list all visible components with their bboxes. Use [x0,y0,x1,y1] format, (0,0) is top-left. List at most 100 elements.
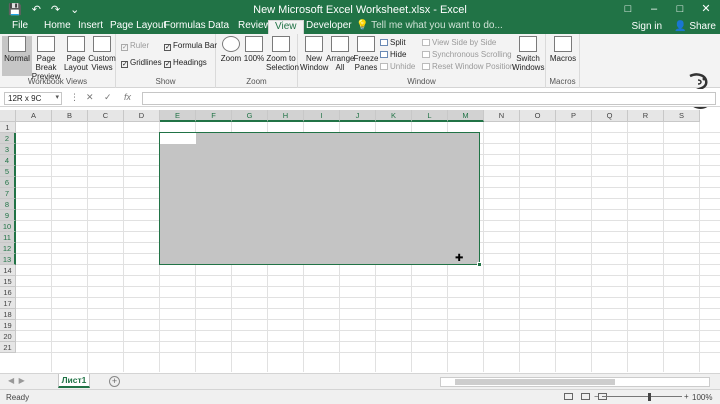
row-header-1[interactable]: 1 [0,122,16,133]
hide-button[interactable]: Hide [380,50,406,59]
column-header-k[interactable]: K [376,110,412,122]
sheet-tab[interactable]: Лист1 [58,374,90,388]
zoom-100-button[interactable]: 100% [242,36,266,76]
zoom-out-icon[interactable]: − [594,392,599,401]
zoom-slider[interactable] [602,396,682,397]
name-box[interactable]: 12R x 9C ▾ [4,92,62,105]
new-window-button[interactable]: New Window [300,36,328,76]
row-header-9[interactable]: 9 [0,210,16,221]
normal-view-status-icon[interactable] [564,393,573,400]
switch-windows-button[interactable]: Switch Windows [512,36,544,76]
row-header-6[interactable]: 6 [0,177,16,188]
column-header-g[interactable]: G [232,110,268,122]
row-header-11[interactable]: 11 [0,232,16,243]
gridlines-checkbox[interactable]: ✓ Gridlines [121,58,162,68]
close-icon[interactable]: ✕ [696,2,716,16]
row-header-20[interactable]: 20 [0,331,16,342]
row-header-7[interactable]: 7 [0,188,16,199]
zoom-percent[interactable]: 100% [692,393,712,402]
column-header-m[interactable]: M [448,110,484,122]
synchronous-scrolling-button[interactable]: Synchronous Scrolling [422,50,512,59]
sheet-nav-arrows-icon[interactable]: ◀ ▶ [8,376,25,385]
column-header-l[interactable]: L [412,110,448,122]
tab-file[interactable]: File [6,20,34,34]
scrollbar-thumb[interactable] [455,379,615,385]
row-header-19[interactable]: 19 [0,320,16,331]
tab-data[interactable]: Data [202,20,235,34]
column-header-f[interactable]: F [196,110,232,122]
column-header-e[interactable]: E [160,110,196,122]
row-header-4[interactable]: 4 [0,155,16,166]
column-header-h[interactable]: H [268,110,304,122]
zoom-button[interactable]: Zoom [218,36,244,76]
tab-developer[interactable]: Developer [300,20,358,34]
horizontal-scrollbar[interactable] [440,377,710,387]
custom-views-button[interactable]: Custom Views [88,36,116,76]
page-layout-view-button[interactable]: Page Layout [62,36,90,76]
row-header-17[interactable]: 17 [0,298,16,309]
selected-range[interactable] [159,132,482,267]
page-layout-status-icon[interactable] [581,393,590,400]
column-header-s[interactable]: S [664,110,700,122]
fill-handle[interactable] [477,262,482,267]
active-cell[interactable] [160,133,196,144]
sign-in-link[interactable]: Sign in [632,21,663,32]
select-all-corner[interactable] [0,110,16,122]
row-header-14[interactable]: 14 [0,265,16,276]
row-header-2[interactable]: 2 [0,133,16,144]
column-header-a[interactable]: A [16,110,52,122]
tab-view[interactable]: View [268,20,304,34]
column-header-q[interactable]: Q [592,110,628,122]
split-button[interactable]: Split [380,38,406,47]
zoom-in-icon[interactable]: + [684,392,689,401]
row-header-18[interactable]: 18 [0,309,16,320]
column-header-d[interactable]: D [124,110,160,122]
insert-function-icon[interactable]: fx [124,92,131,102]
minimize-icon[interactable]: – [644,2,664,16]
column-header-r[interactable]: R [628,110,664,122]
normal-view-button[interactable]: Normal [2,36,32,76]
row-header-8[interactable]: 8 [0,199,16,210]
column-header-n[interactable]: N [484,110,520,122]
row-header-10[interactable]: 10 [0,221,16,232]
worksheet-grid[interactable]: ABCDEFGHIJKLMNOPQRS 1 2 3 4 5 6 7 8 9 10 11 12 13 14 1… [0,110,720,372]
headings-checkbox[interactable]: ✓ Headings [164,58,207,68]
cancel-icon[interactable]: ✕ [86,92,94,103]
tell-me-box[interactable]: 💡 Tell me what you want to do... [350,20,509,34]
window-title: New Microsoft Excel Worksheet.xlsx - Exc… [253,4,467,16]
name-box-dropdown-icon[interactable]: ▾ [55,93,59,101]
title-bar: 💾 ↶ ↷ ⌄ New Microsoft Excel Worksheet.xl… [0,0,720,20]
page-break-preview-button[interactable]: Page Break Preview [30,36,62,81]
unhide-button[interactable]: Unhide [380,62,415,71]
formula-bar-checkbox[interactable]: ✓ Formula Bar [164,41,217,51]
row-header-3[interactable]: 3 [0,144,16,155]
arrange-all-button[interactable]: Arrange All [326,36,354,76]
freeze-panes-button[interactable]: Freeze Panes [352,36,380,76]
zoom-to-selection-button[interactable]: Zoom to Selection [266,36,299,76]
row-header-16[interactable]: 16 [0,287,16,298]
column-header-c[interactable]: C [88,110,124,122]
ribbon-display-icon[interactable]: □ [618,2,638,16]
enter-icon[interactable]: ✓ [104,92,112,103]
reset-window-position-button[interactable]: Reset Window Position [422,62,514,71]
maximize-icon[interactable]: □ [670,2,690,16]
macros-button[interactable]: Macros [548,36,578,76]
column-header-p[interactable]: P [556,110,592,122]
row-header-13[interactable]: 13 [0,254,16,265]
ruler-checkbox[interactable]: ✓ Ruler [121,41,149,51]
column-header-b[interactable]: B [52,110,88,122]
row-header-5[interactable]: 5 [0,166,16,177]
column-header-i[interactable]: I [304,110,340,122]
tab-home[interactable]: Home [38,20,77,34]
column-header-j[interactable]: J [340,110,376,122]
zoom-slider-thumb[interactable] [648,393,651,401]
share-button[interactable]: 👤 Share [674,21,716,32]
normal-view-label: Normal [4,54,30,63]
row-header-12[interactable]: 12 [0,243,16,254]
row-header-21[interactable]: 21 [0,342,16,353]
formula-input[interactable] [142,92,716,105]
add-sheet-icon[interactable]: + [109,376,120,387]
row-header-15[interactable]: 15 [0,276,16,287]
column-header-o[interactable]: O [520,110,556,122]
view-side-by-side-button[interactable]: View Side by Side [422,38,496,47]
